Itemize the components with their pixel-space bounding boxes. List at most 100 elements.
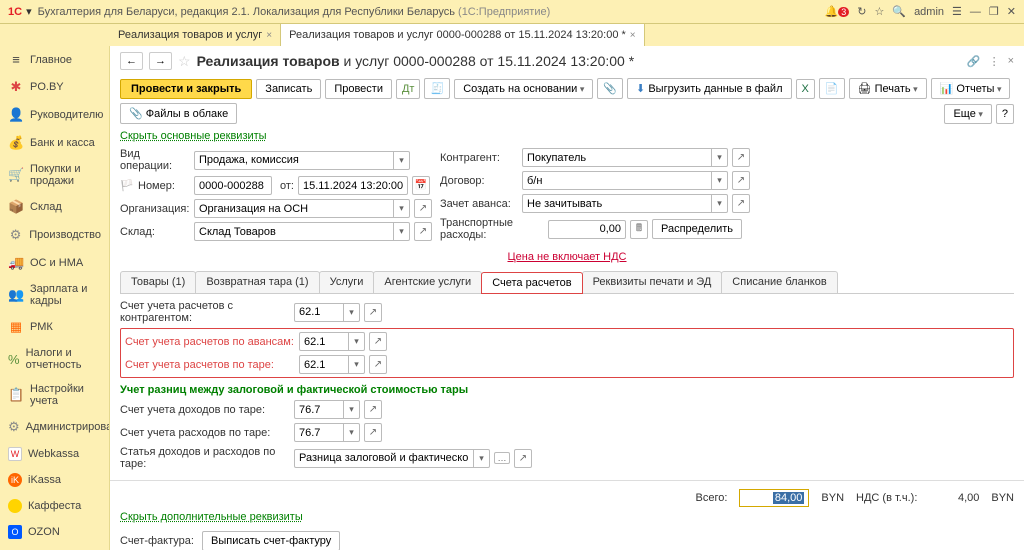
doc-tab[interactable]: Списание бланков [721, 271, 837, 293]
op-type-input[interactable] [194, 151, 394, 170]
acc-inc-input[interactable] [294, 400, 344, 419]
contract-input[interactable] [522, 171, 712, 190]
transport-input[interactable] [548, 220, 626, 239]
sidebar-item[interactable]: 📦Склад [0, 193, 109, 221]
sidebar-item[interactable]: WWildberries [0, 545, 109, 550]
clear-button[interactable]: … [494, 452, 510, 464]
doc-tab[interactable]: Товары (1) [120, 271, 196, 293]
sidebar-item[interactable]: ⚙Администрирование [0, 413, 109, 441]
settings-icon[interactable]: ☰ [952, 5, 962, 18]
distribute-button[interactable]: Распределить [652, 219, 742, 239]
acc-tare-input[interactable] [299, 355, 349, 374]
dropdown-icon[interactable]: ▾ [349, 332, 365, 351]
open-icon[interactable]: ↗ [732, 194, 750, 213]
sidebar-item[interactable]: OOZON [0, 519, 109, 545]
advance-input[interactable] [522, 194, 712, 213]
flag-icon[interactable]: 🏳️ [120, 179, 134, 192]
sidebar-item[interactable]: WWebkassa [0, 441, 109, 467]
acc-art-input[interactable] [294, 449, 474, 468]
dt-kt-icon[interactable]: Дт [396, 79, 421, 99]
reports-button[interactable]: 📊 Отчеты [931, 78, 1011, 99]
doc-tab[interactable]: Услуги [319, 271, 375, 293]
history-icon[interactable]: ↻ [857, 5, 866, 18]
dropdown-icon[interactable]: ▾ [344, 303, 360, 322]
acc-adv-input[interactable] [299, 332, 349, 351]
sidebar-item[interactable]: 💰Банк и касса [0, 129, 109, 157]
sidebar-item[interactable]: iKiKassa [0, 467, 109, 493]
acc-ctr-input[interactable] [294, 303, 344, 322]
wh-input[interactable] [194, 222, 394, 241]
doc-tab[interactable]: Реквизиты печати и ЭД [582, 271, 723, 293]
menu-icon[interactable]: ▾ [26, 5, 32, 18]
attach-icon[interactable]: 📎 [597, 78, 623, 99]
dropdown-icon[interactable]: ▾ [712, 148, 728, 167]
export-button[interactable]: ⬇ Выгрузить данные в файл [627, 78, 791, 99]
hide-main-link[interactable]: Скрыть основные реквизиты [110, 130, 1024, 146]
dropdown-icon[interactable]: ▾ [474, 449, 490, 468]
dropdown-icon[interactable]: ▾ [394, 151, 410, 170]
forward-button[interactable]: → [149, 52, 172, 70]
date-input[interactable] [298, 176, 408, 195]
dropdown-icon[interactable]: ▾ [349, 355, 365, 374]
dropdown-icon[interactable]: ▾ [344, 400, 360, 419]
number-input[interactable] [194, 176, 272, 195]
doc-icon[interactable]: 📄 [819, 78, 845, 99]
vat-link[interactable]: Цена не включает НДС [110, 247, 1024, 267]
open-icon[interactable]: ↗ [732, 148, 750, 167]
back-button[interactable]: ← [120, 52, 143, 70]
close-icon[interactable]: × [266, 30, 272, 41]
open-icon[interactable]: ↗ [369, 355, 387, 374]
total-input[interactable]: 84,00 [739, 489, 809, 507]
counterparty-input[interactable] [522, 148, 712, 167]
sidebar-item[interactable]: 🚚ОС и НМА [0, 249, 109, 277]
open-icon[interactable]: ↗ [732, 171, 750, 190]
calc-icon[interactable]: 🖩 [630, 220, 648, 239]
sidebar-item[interactable]: ✱PO.BY [0, 73, 109, 101]
sf-button[interactable]: Выписать счет-фактуру [202, 531, 340, 550]
star-icon[interactable]: ☆ [178, 53, 191, 70]
post-close-button[interactable]: Провести и закрыть [120, 79, 252, 99]
dropdown-icon[interactable]: ▾ [394, 222, 410, 241]
calendar-icon[interactable]: 📅 [412, 176, 430, 195]
tab-current[interactable]: Реализация товаров и услуг 0000-000288 о… [281, 24, 645, 46]
user-label[interactable]: admin [914, 6, 944, 18]
org-input[interactable] [194, 199, 394, 218]
more-button[interactable]: Еще [944, 104, 991, 124]
close-icon[interactable]: ✕ [1007, 5, 1016, 18]
sidebar-item[interactable]: %Налоги и отчетность [0, 341, 109, 377]
more-icon[interactable]: ⋮ [989, 55, 1000, 68]
search-icon[interactable]: 🔍 [892, 5, 906, 18]
open-icon[interactable]: ↗ [414, 199, 432, 218]
doc-tab[interactable]: Счета расчетов [481, 272, 582, 294]
doc-tab[interactable]: Возвратная тара (1) [195, 271, 319, 293]
open-icon[interactable]: ↗ [364, 423, 382, 442]
excel-icon[interactable]: X [796, 79, 815, 99]
close-icon[interactable]: × [1008, 55, 1014, 68]
sidebar-item[interactable]: 👥Зарплата и кадры [0, 277, 109, 313]
link-icon[interactable]: 🔗 [967, 55, 981, 68]
sidebar-item[interactable]: 🛒Покупки и продажи [0, 157, 109, 193]
sidebar-item[interactable]: Каффеста [0, 493, 109, 519]
doc-tab[interactable]: Агентские услуги [373, 271, 482, 293]
sidebar-item[interactable]: ≡Главное [0, 46, 109, 73]
close-icon[interactable]: × [630, 30, 636, 41]
dropdown-icon[interactable]: ▾ [712, 171, 728, 190]
open-icon[interactable]: ↗ [364, 400, 382, 419]
receipt-icon[interactable]: 🧾 [424, 78, 450, 99]
cloud-button[interactable]: 📎 Файлы в облаке [120, 103, 237, 124]
open-icon[interactable]: ↗ [364, 303, 382, 322]
create-based-button[interactable]: Создать на основании [454, 79, 593, 99]
open-icon[interactable]: ↗ [414, 222, 432, 241]
tab-list[interactable]: Реализация товаров и услуг× [110, 24, 281, 46]
save-button[interactable]: Записать [256, 79, 321, 99]
open-icon[interactable]: ↗ [514, 449, 532, 468]
sidebar-item[interactable]: 👤Руководителю [0, 101, 109, 129]
dropdown-icon[interactable]: ▾ [712, 194, 728, 213]
post-button[interactable]: Провести [325, 79, 392, 99]
sidebar-item[interactable]: ▦РМК [0, 313, 109, 341]
notif-icon[interactable]: 🔔3 [825, 5, 850, 18]
help-button[interactable]: ? [996, 104, 1014, 124]
favorite-icon[interactable]: ☆ [874, 5, 884, 18]
minimize-icon[interactable]: — [970, 6, 981, 18]
acc-exp-input[interactable] [294, 423, 344, 442]
